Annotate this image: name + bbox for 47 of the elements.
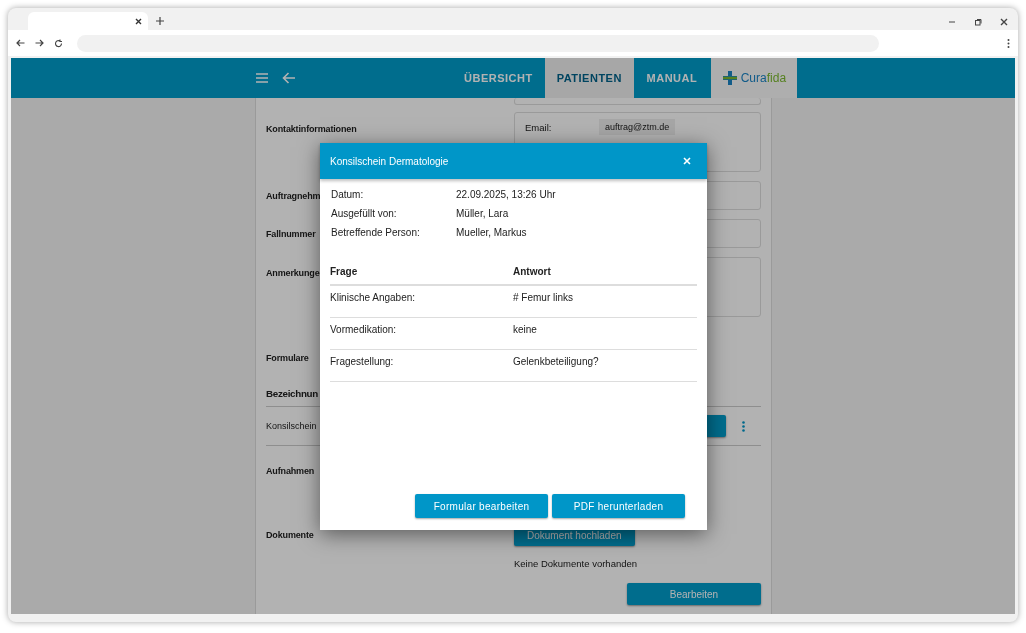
nav-tab[interactable]: PATIENTEN	[544, 58, 634, 98]
meta-label: Datum:	[331, 189, 365, 200]
nav-tab[interactable]: MANUAL	[633, 58, 710, 98]
meta-value: 22.09.2025, 13:26 Uhr	[456, 189, 556, 200]
close-icon[interactable]	[135, 17, 142, 25]
reload-icon[interactable]	[54, 38, 63, 48]
close-icon[interactable]	[1000, 18, 1008, 26]
cross-logo-icon	[721, 70, 738, 86]
section-label: Formulare	[266, 353, 309, 363]
logo-wordmark: Curafida	[740, 71, 787, 85]
input-field[interactable]	[514, 98, 761, 105]
edit-button[interactable]: Bearbeiten	[627, 583, 761, 605]
column-header: Antwort	[513, 266, 551, 277]
column-header: Frage	[330, 266, 359, 277]
meta-label: Ausgefüllt von:	[331, 208, 398, 219]
nav-tab[interactable]: ÜBERSICHT	[452, 58, 545, 98]
more-icon[interactable]	[1007, 38, 1010, 48]
table-cell-text: Klinische Angaben:	[330, 292, 417, 303]
close-button[interactable]	[681, 155, 693, 167]
column-header: Bezeichnun	[266, 387, 318, 399]
dialog-button[interactable]: Formular bearbeiten	[415, 494, 548, 518]
table-cell-text: Vormedikation:	[330, 324, 398, 335]
field-label: Auftragnehm	[266, 190, 321, 201]
forward-icon[interactable]	[35, 39, 44, 47]
table-cell: Gelenkbeteiligung?	[513, 356, 599, 367]
field-value: auftrag@ztm.de	[599, 119, 676, 135]
field-label: Email:	[525, 121, 553, 133]
empty-message: Keine Dokumente vorhanden	[514, 558, 638, 569]
table-cell-text: Fragestellung:	[330, 356, 395, 367]
new-tab-icon[interactable]	[156, 17, 164, 25]
field-label: Fallnummer	[266, 228, 316, 239]
section-label: Dokumente	[266, 530, 314, 540]
dialog-title: Konsilschein Dermatologie	[330, 155, 449, 167]
table-cell-text: Konsilschein	[266, 421, 318, 431]
field-label: Anmerkunge	[266, 268, 320, 278]
section-label: Aufnahmen	[266, 466, 315, 476]
meta-value: Mueller, Markus	[456, 227, 527, 238]
dialog-button[interactable]: PDF herunterladen	[552, 494, 685, 518]
meta-label: Betreffende Person:	[331, 227, 421, 238]
back-arrow-icon[interactable]	[282, 72, 295, 84]
close-icon	[683, 157, 691, 165]
section-label: Kontaktinformationen	[266, 124, 357, 134]
table-cell: keine	[513, 324, 537, 335]
restore-icon[interactable]	[974, 18, 982, 26]
table-cell: # Femur links	[513, 292, 573, 303]
back-icon[interactable]	[16, 39, 25, 47]
meta-value: Müller, Lara	[456, 208, 509, 219]
